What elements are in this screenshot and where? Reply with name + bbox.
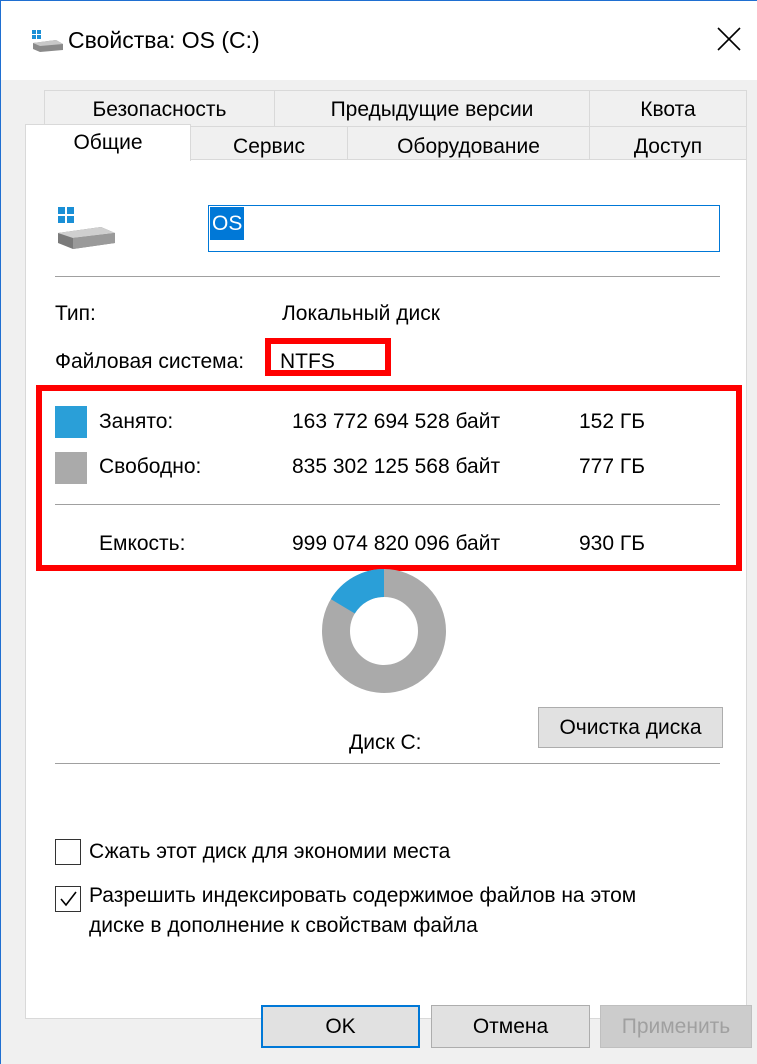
tab-security[interactable]: Безопасность <box>44 90 275 127</box>
tab-tools[interactable]: Сервис <box>190 126 348 160</box>
disk-label: Диск C: <box>349 731 422 754</box>
index-checkbox[interactable] <box>55 886 81 912</box>
title-bar: Свойства: OS (C:) <box>0 0 757 80</box>
tab-sharing[interactable]: Доступ <box>589 126 747 160</box>
used-arc <box>330 569 385 615</box>
tab-label: Квота <box>640 98 696 121</box>
tab-label: Предыдущие версии <box>330 98 534 121</box>
compress-label: Сжать этот диск для экономии места <box>89 840 451 863</box>
button-label: Отмена <box>472 1015 549 1038</box>
checkmark-icon <box>60 891 77 907</box>
tab-label: Безопасность <box>92 98 227 121</box>
tab-quota[interactable]: Квота <box>589 90 747 127</box>
button-label: OK <box>325 1015 356 1038</box>
separator <box>55 276 720 277</box>
close-icon <box>717 27 741 51</box>
index-label-line2: диске в дополнение к свойствам файла <box>89 914 478 937</box>
tab-general[interactable]: Общие <box>25 124 191 161</box>
tab-label: Общие <box>73 131 143 154</box>
close-button[interactable] <box>706 16 752 62</box>
disk-cleanup-button[interactable]: Очистка диска <box>538 707 723 748</box>
volume-name-input[interactable] <box>208 205 720 252</box>
drive-icon <box>58 207 115 249</box>
tab-hardware[interactable]: Оборудование <box>347 126 590 160</box>
button-label: Очистка диска <box>559 716 702 739</box>
highlight-box <box>265 338 391 376</box>
volume-name-value: OS <box>210 207 245 240</box>
filesystem-label: Файловая система: <box>55 350 245 373</box>
tab-previous-versions[interactable]: Предыдущие версии <box>274 90 590 127</box>
button-label: Применить <box>621 1015 731 1038</box>
compress-checkbox[interactable] <box>55 839 81 865</box>
drive-icon <box>32 30 63 52</box>
highlight-box <box>36 385 742 571</box>
separator <box>55 763 720 764</box>
index-label-line1: Разрешить индексировать содержимое файло… <box>89 884 637 907</box>
type-label: Тип: <box>55 302 96 325</box>
window-title: Свойства: OS (C:) <box>68 27 260 53</box>
ok-button[interactable]: OK <box>261 1005 420 1048</box>
usage-donut-chart <box>322 569 446 693</box>
apply-button: Применить <box>600 1005 752 1048</box>
type-value: Локальный диск <box>282 302 440 325</box>
cancel-button[interactable]: Отмена <box>431 1005 590 1048</box>
